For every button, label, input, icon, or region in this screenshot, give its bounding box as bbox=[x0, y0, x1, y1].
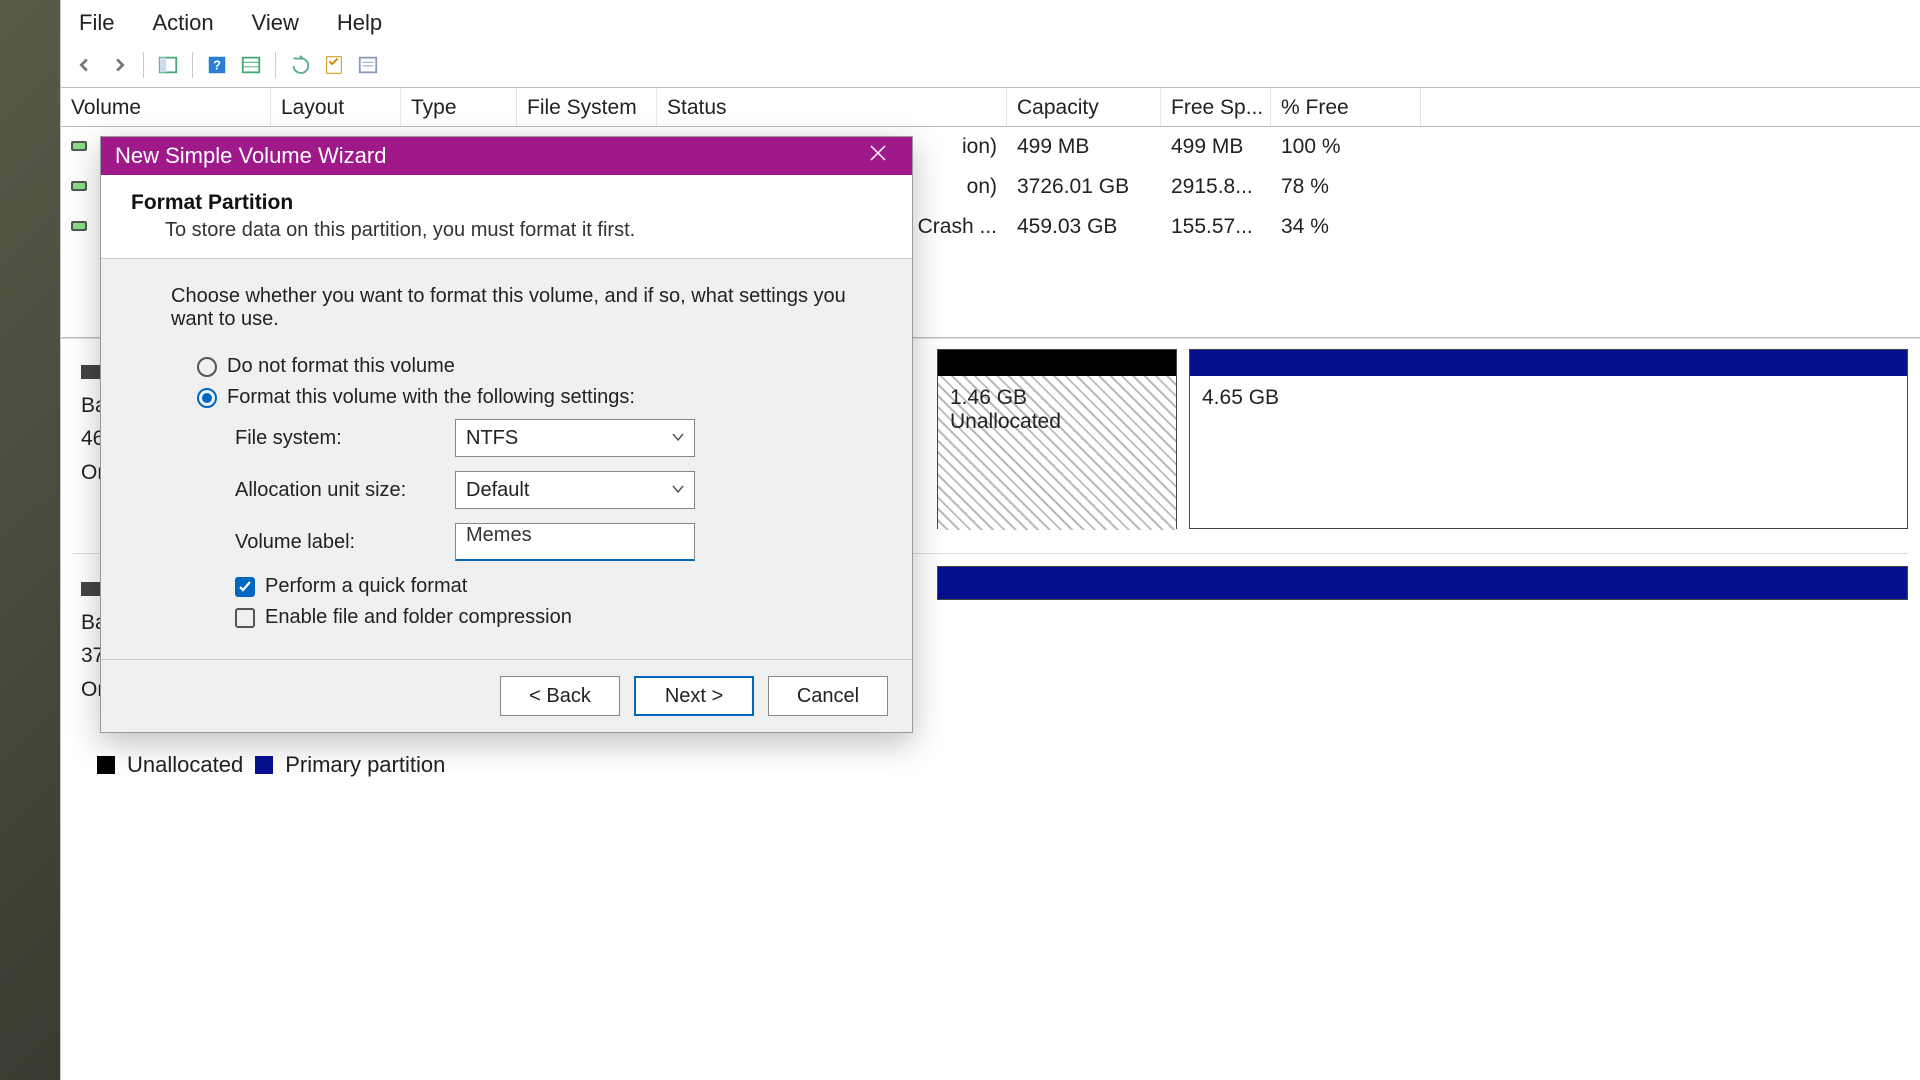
dialog-titlebar[interactable]: New Simple Volume Wizard bbox=[101, 137, 912, 175]
menu-file[interactable]: File bbox=[79, 10, 114, 36]
panel-icon[interactable] bbox=[154, 51, 182, 79]
close-icon[interactable] bbox=[858, 144, 898, 168]
partition-body: 4.65 GB bbox=[1190, 376, 1907, 420]
col-volume[interactable]: Volume bbox=[61, 88, 271, 126]
radio-label: Do not format this volume bbox=[227, 355, 455, 378]
col-type[interactable]: Type bbox=[401, 88, 517, 126]
dialog-body: Choose whether you want to format this v… bbox=[101, 259, 912, 659]
label-allocation: Allocation unit size: bbox=[235, 479, 455, 502]
col-status[interactable]: Status bbox=[657, 88, 1007, 126]
checkbox-icon bbox=[235, 577, 255, 597]
disk-icon bbox=[71, 141, 87, 151]
checkbox-label: Enable file and folder compression bbox=[265, 606, 572, 629]
radio-icon bbox=[197, 388, 217, 408]
new-volume-wizard-dialog: New Simple Volume Wizard Format Partitio… bbox=[100, 136, 913, 733]
partition-header bbox=[1190, 350, 1907, 376]
back-icon[interactable] bbox=[71, 51, 99, 79]
legend-unallocated: Unallocated bbox=[127, 752, 243, 778]
legend-primary: Primary partition bbox=[285, 752, 445, 778]
combo-value: Default bbox=[466, 479, 529, 502]
label-volume-label: Volume label: bbox=[235, 531, 455, 554]
swatch-unallocated bbox=[97, 756, 115, 774]
cell-free: 499 MB bbox=[1161, 131, 1271, 163]
checkbox-compression[interactable]: Enable file and folder compression bbox=[235, 606, 872, 629]
separator bbox=[192, 52, 193, 78]
radio-label: Format this volume with the following se… bbox=[227, 386, 635, 409]
back-button[interactable]: < Back bbox=[500, 676, 620, 716]
partition-body: 1.46 GB Unallocated bbox=[938, 376, 1176, 530]
col-freespace[interactable]: Free Sp... bbox=[1161, 88, 1271, 126]
combo-value: NTFS bbox=[466, 427, 518, 450]
cell-free: 155.57... bbox=[1161, 211, 1271, 243]
combo-filesystem[interactable]: NTFS bbox=[455, 419, 695, 457]
menu-help[interactable]: Help bbox=[337, 10, 382, 36]
disk-icon bbox=[71, 221, 87, 231]
dialog-title: New Simple Volume Wizard bbox=[115, 143, 386, 169]
next-button[interactable]: Next > bbox=[634, 676, 754, 716]
col-layout[interactable]: Layout bbox=[271, 88, 401, 126]
format-settings: File system: NTFS Allocation unit size: … bbox=[235, 419, 872, 561]
menu-action[interactable]: Action bbox=[152, 10, 213, 36]
cell-pct: 100 % bbox=[1271, 131, 1421, 163]
forward-icon[interactable] bbox=[105, 51, 133, 79]
table-header: Volume Layout Type File System Status Ca… bbox=[61, 88, 1920, 127]
chevron-down-icon bbox=[670, 480, 686, 503]
svg-text:?: ? bbox=[213, 58, 221, 73]
dialog-heading: Format Partition bbox=[131, 191, 882, 215]
details-icon[interactable] bbox=[237, 51, 265, 79]
partition-primary[interactable] bbox=[937, 566, 1908, 600]
separator bbox=[143, 52, 144, 78]
list-icon[interactable] bbox=[354, 51, 382, 79]
cell-pct: 34 % bbox=[1271, 211, 1421, 243]
cell-pct: 78 % bbox=[1271, 171, 1421, 203]
input-volume-label[interactable]: Memes bbox=[455, 523, 695, 561]
help-icon[interactable]: ? bbox=[203, 51, 231, 79]
disk-icon bbox=[81, 365, 101, 379]
cell-capacity: 3726.01 GB bbox=[1007, 171, 1161, 203]
dialog-subheading: To store data on this partition, you mus… bbox=[131, 219, 882, 242]
checkbox-icon bbox=[235, 608, 255, 628]
cell-capacity: 459.03 GB bbox=[1007, 211, 1161, 243]
toolbar: ? bbox=[61, 47, 1920, 88]
dialog-footer: < Back Next > Cancel bbox=[101, 659, 912, 732]
partition-primary[interactable]: 4.65 GB bbox=[1189, 349, 1908, 529]
partition-header bbox=[938, 350, 1176, 376]
menubar: File Action View Help bbox=[61, 0, 1920, 47]
dialog-lead: Choose whether you want to format this v… bbox=[171, 285, 872, 331]
refresh-icon[interactable] bbox=[286, 51, 314, 79]
checkbox-label: Perform a quick format bbox=[265, 575, 467, 598]
disk-icon bbox=[81, 582, 101, 596]
dialog-header: Format Partition To store data on this p… bbox=[101, 175, 912, 259]
legend: Unallocated Primary partition bbox=[61, 746, 1920, 784]
separator bbox=[275, 52, 276, 78]
swatch-primary bbox=[255, 756, 273, 774]
col-capacity[interactable]: Capacity bbox=[1007, 88, 1161, 126]
properties-icon[interactable] bbox=[320, 51, 348, 79]
menu-view[interactable]: View bbox=[252, 10, 299, 36]
partition-header bbox=[938, 567, 1907, 599]
cell-capacity: 499 MB bbox=[1007, 131, 1161, 163]
radio-format-with-settings[interactable]: Format this volume with the following se… bbox=[197, 386, 872, 409]
radio-icon bbox=[197, 357, 217, 377]
disk-icon bbox=[71, 181, 87, 191]
cell-free: 2915.8... bbox=[1161, 171, 1271, 203]
cancel-button[interactable]: Cancel bbox=[768, 676, 888, 716]
checkbox-quick-format[interactable]: Perform a quick format bbox=[235, 575, 872, 598]
col-filesystem[interactable]: File System bbox=[517, 88, 657, 126]
chevron-down-icon bbox=[670, 428, 686, 451]
combo-allocation[interactable]: Default bbox=[455, 471, 695, 509]
desktop-background-strip bbox=[0, 0, 60, 1080]
partition-unallocated[interactable]: 1.46 GB Unallocated bbox=[937, 349, 1177, 529]
col-pctfree[interactable]: % Free bbox=[1271, 88, 1421, 126]
label-filesystem: File system: bbox=[235, 427, 455, 450]
radio-do-not-format[interactable]: Do not format this volume bbox=[197, 355, 872, 378]
